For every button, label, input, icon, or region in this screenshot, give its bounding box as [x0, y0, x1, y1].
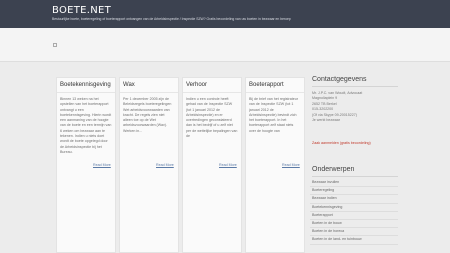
contact-details: Mr. J.P.C. van Woudt, Advocaat Magnoliap…: [312, 91, 363, 123]
topic-link[interactable]: Boetekennisgeving: [310, 204, 398, 212]
site-header: BOETE.NET Bestuurlijke boete, boeteregel…: [0, 0, 450, 28]
nav-band: [0, 28, 450, 62]
card-divider: [246, 92, 304, 93]
card-boetekennisgeving: Boetekennisgeving Binnen 13 weken na het…: [56, 77, 116, 253]
read-more-link[interactable]: Read More: [156, 163, 174, 167]
card-title[interactable]: Wax: [123, 82, 135, 88]
card-divider: [183, 92, 241, 93]
topic-link[interactable]: Boeteregeling: [310, 187, 398, 196]
topic-link[interactable]: Boeterapport: [310, 212, 398, 220]
card-title[interactable]: Boetekennisgeving: [60, 82, 111, 88]
menu-icon[interactable]: [53, 43, 57, 47]
card-body: Indien u een controle heeft gehad van de…: [186, 97, 238, 139]
card-divider: [57, 92, 115, 93]
card-body: Per 1 december 2005 zijn de Beleidsregel…: [123, 97, 172, 133]
topic-link[interactable]: Boeten in de bouw: [310, 220, 398, 229]
site-title[interactable]: BOETE.NET: [52, 5, 111, 16]
card-title[interactable]: Boeterapport: [249, 82, 284, 88]
read-more-link[interactable]: Read More: [93, 163, 111, 167]
read-more-link[interactable]: Read More: [219, 163, 237, 167]
topic-link[interactable]: Bezwaar indien: [310, 195, 398, 204]
card-boeterapport: Boeterapport Bij de brief van het regist…: [245, 77, 305, 253]
topic-link[interactable]: Boeten in de horeca: [310, 228, 398, 237]
card-body: Bij de brief van het registrateur van de…: [249, 97, 298, 133]
topics-heading: Onderwerpen: [312, 166, 355, 173]
card-wax: Wax Per 1 december 2005 zijn de Beleidsr…: [119, 77, 179, 253]
card-body: Binnen 13 weken na het opstellen van het…: [60, 97, 112, 154]
card-divider: [120, 92, 178, 93]
topics-list: Bezwaar invullen Boeteregeling Bezwaar i…: [310, 179, 398, 245]
card-title[interactable]: Verhoor: [186, 82, 207, 88]
contact-heading: Contactgegevens: [312, 76, 367, 83]
site-tagline: Bestuurlijke boete, boeteregeling of boe…: [52, 17, 291, 21]
topic-link[interactable]: Bezwaar invullen: [310, 179, 398, 188]
contact-divider: [312, 86, 398, 87]
topics-divider: [312, 176, 398, 177]
register-case-link[interactable]: Zaak aanmelden (gratis beoordeling): [312, 141, 372, 146]
read-more-link[interactable]: Read More: [282, 163, 300, 167]
topic-link[interactable]: Boeten in de land- en tuinbouw: [310, 236, 398, 245]
card-verhoor: Verhoor Indien u een controle heeft geha…: [182, 77, 242, 253]
